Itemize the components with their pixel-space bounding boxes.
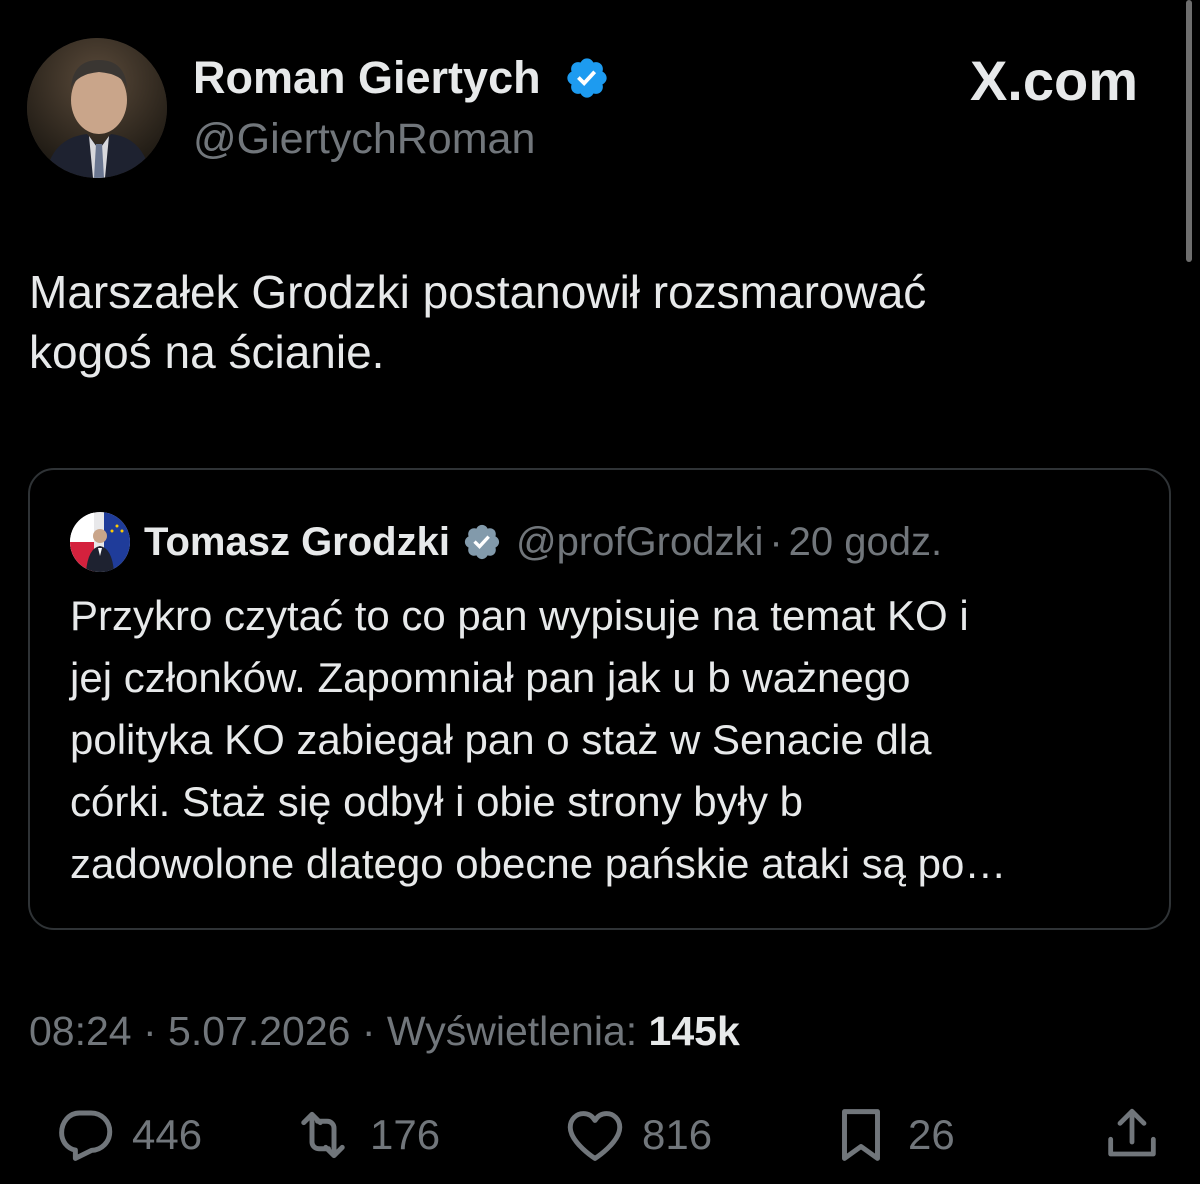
quote-author-name[interactable]: Tomasz Grodzki	[144, 520, 450, 565]
author-avatar[interactable]	[27, 38, 167, 178]
quote-author-handle[interactable]: @profGrodzki	[516, 520, 763, 565]
reply-icon	[59, 1110, 113, 1161]
reply-count: 446	[132, 1111, 203, 1158]
like-count: 816	[642, 1111, 713, 1158]
quote-line: córki. Staż się odbył i obie strony były…	[70, 778, 803, 825]
author-name[interactable]: Roman Giertych	[193, 52, 541, 104]
quote-text: Przykro czytać to co pan wypisuje na tem…	[70, 585, 1150, 895]
separator-dot: ·	[769, 519, 783, 564]
quote-header: Tomasz Grodzki @profGrodzki · 20 godz.	[144, 516, 942, 568]
views-label: Wyświetlenia:	[386, 1008, 649, 1054]
tweet-text: Marszałek Grodzki postanowił rozsmarować…	[29, 262, 1149, 382]
repost-count: 176	[370, 1111, 441, 1158]
action-bar: 446 176 816 26	[0, 1100, 1200, 1170]
gov-verified-badge-icon	[464, 524, 500, 560]
quote-photo	[70, 512, 130, 572]
quoted-tweet[interactable]: Tomasz Grodzki @profGrodzki · 20 godz. P…	[28, 468, 1171, 930]
author-photo	[27, 38, 167, 178]
views-count: 145k	[648, 1008, 740, 1054]
scrollbar[interactable]	[1186, 0, 1192, 262]
meta-separator: ·	[131, 1008, 169, 1054]
quote-line: jej członków. Zapomniał pan jak u b ważn…	[70, 654, 911, 701]
tweet-meta: 08:24 · 5.07.2026 · Wyświetlenia: 145k	[29, 1004, 740, 1058]
repost-button[interactable]: 176	[290, 1100, 440, 1170]
quote-timestamp[interactable]: 20 godz.	[789, 520, 942, 565]
tweet-time[interactable]: 08:24	[29, 1008, 132, 1054]
quote-line: polityka KO zabiegał pan o staż w Senaci…	[70, 716, 932, 763]
bookmark-icon	[842, 1109, 880, 1161]
like-button[interactable]: 816	[562, 1100, 712, 1170]
author-handle[interactable]: @GiertychRoman	[193, 113, 535, 165]
meta-separator: ·	[350, 1008, 387, 1054]
quote-line: zadowolone dlatego obecne pańskie ataki …	[70, 840, 1007, 887]
verified-badge-icon	[567, 58, 607, 98]
quote-line: Przykro czytać to co pan wypisuje na tem…	[70, 592, 969, 639]
tweet-line: Marszałek Grodzki postanowił rozsmarować	[29, 266, 927, 318]
tweet-date[interactable]: 5.07.2026	[168, 1008, 350, 1054]
tweet-line: kogoś na ścianie.	[29, 326, 385, 378]
brand-logo: X.com	[969, 49, 1138, 112]
share-icon[interactable]	[1100, 1102, 1164, 1166]
bookmark-button[interactable]: 26	[828, 1100, 955, 1170]
repost-icon	[301, 1111, 345, 1159]
reply-button[interactable]: 446	[52, 1100, 202, 1170]
bookmark-count: 26	[908, 1111, 955, 1158]
quote-avatar[interactable]	[70, 512, 130, 572]
heart-icon	[567, 1111, 623, 1161]
